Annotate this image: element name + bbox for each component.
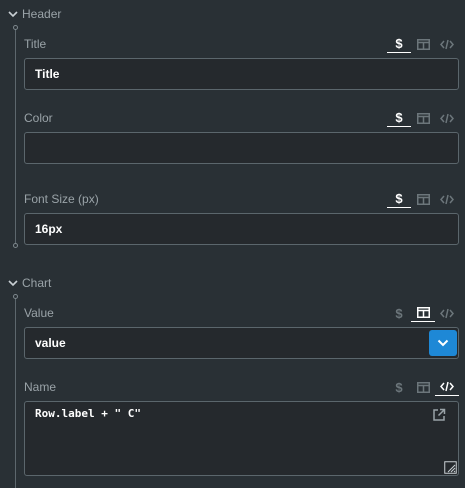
guide-end-dot <box>13 243 18 248</box>
value-mode-tabs: $ <box>387 304 459 322</box>
guide-start-dot <box>13 25 18 30</box>
name-label: Name <box>24 380 57 394</box>
dollar-icon: $ <box>395 110 403 125</box>
color-mode-tabs: $ <box>387 109 459 127</box>
code-icon <box>440 113 454 123</box>
section-chart-toggle[interactable]: Chart <box>8 276 51 290</box>
table-mode-button[interactable] <box>411 190 435 208</box>
table-icon <box>416 38 430 50</box>
font-size-mode-tabs: $ <box>387 190 459 208</box>
dollar-mode-button[interactable]: $ <box>387 304 411 322</box>
value-dropdown-button[interactable] <box>429 330 457 356</box>
dollar-mode-button[interactable]: $ <box>387 378 411 396</box>
dollar-mode-button[interactable]: $ <box>387 35 411 53</box>
section-header-toggle[interactable]: Header <box>8 7 61 21</box>
color-label: Color <box>24 111 53 125</box>
table-icon <box>416 307 430 318</box>
name-mode-tabs: $ <box>387 378 459 396</box>
table-mode-button[interactable] <box>411 109 435 127</box>
title-label: Title <box>24 37 47 51</box>
color-input[interactable] <box>24 132 459 164</box>
code-icon <box>440 194 454 204</box>
dollar-icon: $ <box>395 191 403 206</box>
dollar-icon: $ <box>395 36 403 51</box>
table-icon <box>416 193 430 205</box>
open-external-icon[interactable] <box>432 408 446 422</box>
dollar-icon: $ <box>395 305 403 321</box>
name-code-editor[interactable]: Row.label + " C" <box>24 401 459 476</box>
code-mode-button[interactable] <box>435 109 459 127</box>
section-header-title: Header <box>22 7 62 21</box>
value-select[interactable]: value <box>24 327 459 359</box>
font-size-label: Font Size (px) <box>24 192 99 206</box>
title-mode-tabs: $ <box>387 35 459 53</box>
table-icon <box>416 112 430 124</box>
chevron-down-icon <box>437 339 449 347</box>
section-header-guide <box>15 28 16 246</box>
code-icon <box>440 381 454 392</box>
code-icon <box>440 308 454 318</box>
table-mode-button[interactable] <box>411 304 435 322</box>
value-select-text: value <box>35 336 66 350</box>
resize-handle-icon[interactable] <box>444 461 457 474</box>
code-mode-button[interactable] <box>435 304 459 322</box>
guide-start-dot <box>13 294 18 299</box>
font-size-input[interactable]: 16px <box>24 213 459 245</box>
code-mode-button[interactable] <box>435 378 459 396</box>
code-mode-button[interactable] <box>435 35 459 53</box>
dollar-mode-button[interactable]: $ <box>387 109 411 127</box>
title-input[interactable]: Title <box>24 58 459 90</box>
chevron-down-icon <box>8 280 18 287</box>
value-label: Value <box>24 306 54 320</box>
table-icon <box>416 381 430 393</box>
code-mode-button[interactable] <box>435 190 459 208</box>
dollar-mode-button[interactable]: $ <box>387 190 411 208</box>
section-chart-guide <box>15 297 16 488</box>
table-mode-button[interactable] <box>411 35 435 53</box>
section-chart-title: Chart <box>22 276 52 290</box>
dollar-icon: $ <box>395 379 403 395</box>
chevron-down-icon <box>8 11 18 18</box>
code-icon <box>440 39 454 49</box>
table-mode-button[interactable] <box>411 378 435 396</box>
